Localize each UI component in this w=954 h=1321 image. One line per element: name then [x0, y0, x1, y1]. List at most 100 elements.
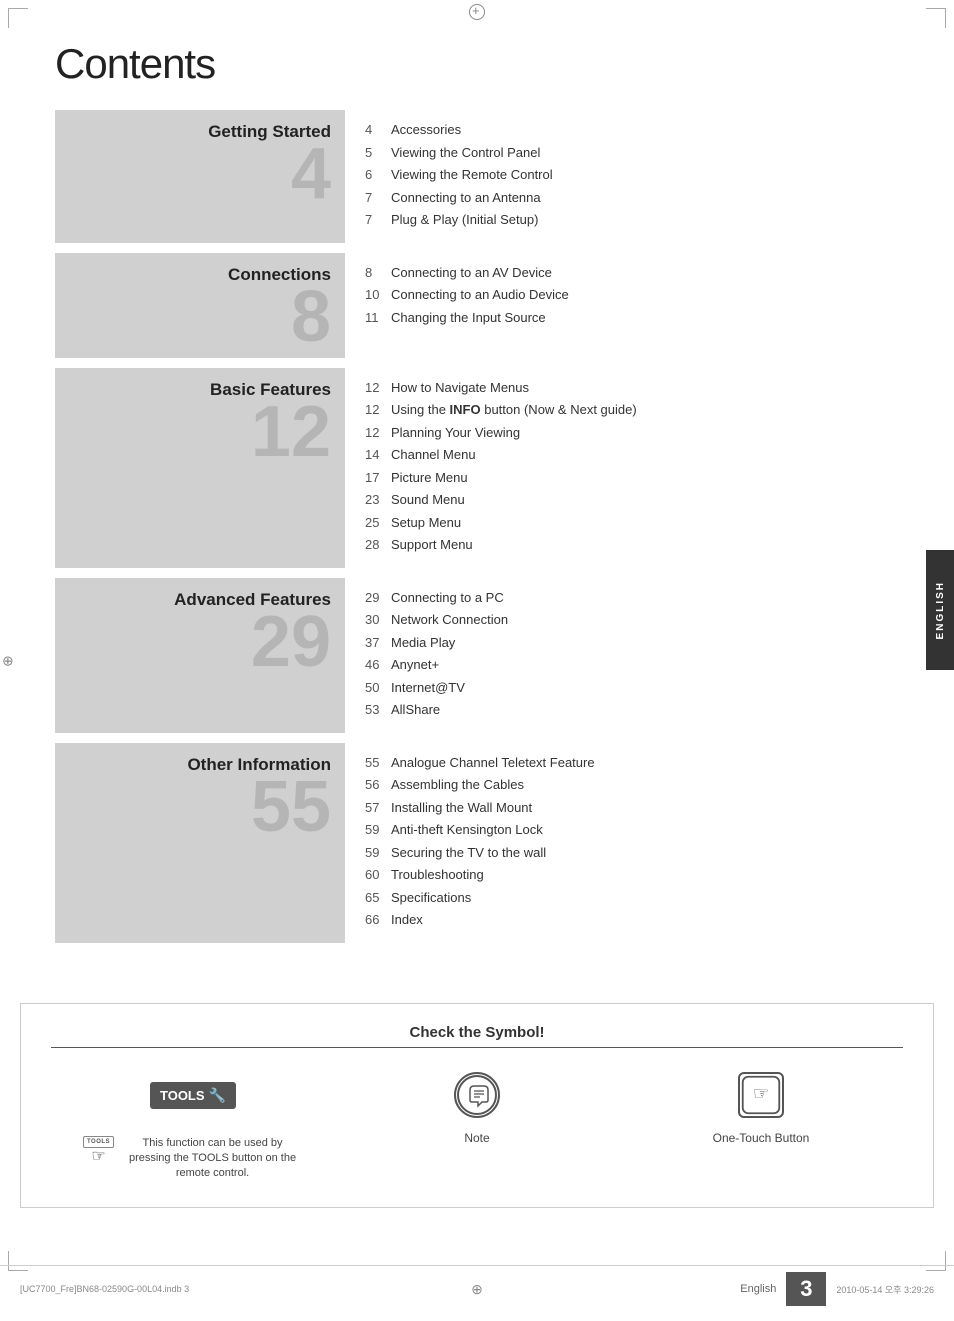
entry-number: 65	[365, 888, 391, 908]
entry-text: Network Connection	[391, 610, 508, 630]
note-label: Note	[464, 1131, 489, 1145]
entry-text: Picture Menu	[391, 468, 468, 488]
section-label: Basic Features12	[55, 368, 345, 568]
list-item: 7Plug & Play (Initial Setup)	[365, 210, 899, 230]
symbol-box-title: Check the Symbol!	[51, 1024, 903, 1048]
entry-number: 29	[365, 588, 391, 608]
list-item: 29Connecting to a PC	[365, 588, 899, 608]
section-number: 55	[251, 775, 331, 840]
english-side-tab: ENGLISH	[926, 550, 954, 670]
entry-text: Plug & Play (Initial Setup)	[391, 210, 538, 230]
list-item: 12Using the INFO button (Now & Next guid…	[365, 400, 899, 420]
entry-number: 59	[365, 820, 391, 840]
hand-icon: ☞	[91, 1146, 105, 1166]
list-item: 23Sound Menu	[365, 490, 899, 510]
section-label: Other Information55	[55, 743, 345, 943]
entry-text: Installing the Wall Mount	[391, 798, 532, 818]
list-item: 55Analogue Channel Teletext Feature	[365, 753, 899, 773]
entry-number: 25	[365, 513, 391, 533]
entry-number: 23	[365, 490, 391, 510]
wrench-icon: 🔧	[209, 1087, 226, 1104]
section-label: Advanced Features29	[55, 578, 345, 733]
entry-number: 46	[365, 655, 391, 675]
section-number: 29	[251, 610, 331, 675]
section-number: 8	[291, 285, 331, 350]
main-content: Contents Getting Started44Accessories5Vi…	[0, 0, 954, 973]
entry-number: 37	[365, 633, 391, 653]
entry-text: How to Navigate Menus	[391, 378, 529, 398]
entry-number: 11	[365, 308, 391, 328]
entry-number: 55	[365, 753, 391, 773]
entry-number: 17	[365, 468, 391, 488]
entry-number: 8	[365, 263, 391, 283]
section-label: Connections8	[55, 253, 345, 358]
list-item: 50Internet@TV	[365, 678, 899, 698]
toc-container: Getting Started44Accessories5Viewing the…	[55, 110, 899, 943]
entry-text: Internet@TV	[391, 678, 465, 698]
page-num-area: English 3 2010-05-14 오후 3:29:26	[740, 1272, 934, 1306]
list-item: 10Connecting to an Audio Device	[365, 285, 899, 305]
symbol-row: TOOLS 🔧 TOOLS ☞ This function can be use…	[51, 1068, 903, 1182]
symbol-one-touch: ☞ One-Touch Button	[651, 1068, 871, 1145]
list-item: 11Changing the Input Source	[365, 308, 899, 328]
entry-text: Sound Menu	[391, 490, 465, 510]
page: ⊕ ENGLISH Contents Getting Started44Acce…	[0, 0, 954, 1321]
bottom-crosshair: ⊕	[471, 1281, 483, 1298]
tools-icon-area: TOOLS 🔧	[150, 1068, 236, 1123]
english-label: English	[740, 1283, 776, 1295]
svg-text:☞: ☞	[753, 1083, 769, 1104]
entry-text: Specifications	[391, 888, 471, 908]
entry-text: Connecting to a PC	[391, 588, 504, 608]
tools-badge: TOOLS 🔧	[150, 1082, 236, 1109]
list-item: 53AllShare	[365, 700, 899, 720]
entry-text: Connecting to an Audio Device	[391, 285, 569, 305]
toc-section: Basic Features1212How to Navigate Menus1…	[55, 368, 899, 568]
entry-number: 28	[365, 535, 391, 555]
list-item: 37Media Play	[365, 633, 899, 653]
entry-text: Channel Menu	[391, 445, 476, 465]
entry-text: Viewing the Control Panel	[391, 143, 540, 163]
list-item: 14Channel Menu	[365, 445, 899, 465]
entry-number: 4	[365, 120, 391, 140]
entry-text: Connecting to an AV Device	[391, 263, 552, 283]
list-item: 30Network Connection	[365, 610, 899, 630]
toc-section: Connections88Connecting to an AV Device1…	[55, 253, 899, 358]
entry-text: Analogue Channel Teletext Feature	[391, 753, 595, 773]
section-entries: 29Connecting to a PC30Network Connection…	[345, 578, 899, 733]
list-item: 8Connecting to an AV Device	[365, 263, 899, 283]
left-crosshair: ⊕	[2, 652, 14, 669]
list-item: 46Anynet+	[365, 655, 899, 675]
entry-text: Anti-theft Kensington Lock	[391, 820, 543, 840]
list-item: 6Viewing the Remote Control	[365, 165, 899, 185]
entry-text: Troubleshooting	[391, 865, 484, 885]
entry-number: 5	[365, 143, 391, 163]
list-item: 57Installing the Wall Mount	[365, 798, 899, 818]
entry-number: 57	[365, 798, 391, 818]
bottom-bar: [UC7700_Fre]BN68-02590G-00L04.indb 3 ⊕ E…	[0, 1265, 954, 1306]
one-touch-icon: ☞	[738, 1072, 784, 1118]
one-touch-icon-area: ☞	[738, 1068, 784, 1123]
entry-text: Anynet+	[391, 655, 439, 675]
list-item: 65Specifications	[365, 888, 899, 908]
entry-text: Securing the TV to the wall	[391, 843, 546, 863]
section-number: 12	[251, 400, 331, 465]
tools-description: TOOLS ☞ This function can be used by pre…	[83, 1136, 303, 1182]
entry-text: Connecting to an Antenna	[391, 188, 541, 208]
entry-number: 53	[365, 700, 391, 720]
section-entries: 55Analogue Channel Teletext Feature56Ass…	[345, 743, 899, 943]
list-item: 5Viewing the Control Panel	[365, 143, 899, 163]
list-item: 59Anti-theft Kensington Lock	[365, 820, 899, 840]
entry-number: 60	[365, 865, 391, 885]
page-number: 3	[786, 1272, 826, 1306]
list-item: 60Troubleshooting	[365, 865, 899, 885]
one-touch-label: One-Touch Button	[713, 1131, 810, 1145]
entry-text: Media Play	[391, 633, 455, 653]
entry-number: 59	[365, 843, 391, 863]
entry-text: Viewing the Remote Control	[391, 165, 553, 185]
entry-number: 50	[365, 678, 391, 698]
section-label: Getting Started4	[55, 110, 345, 243]
list-item: 28Support Menu	[365, 535, 899, 555]
entry-number: 10	[365, 285, 391, 305]
tools-desc-text: This function can be used by pressing th…	[122, 1136, 303, 1182]
bottom-left-text: [UC7700_Fre]BN68-02590G-00L04.indb 3	[20, 1284, 189, 1294]
